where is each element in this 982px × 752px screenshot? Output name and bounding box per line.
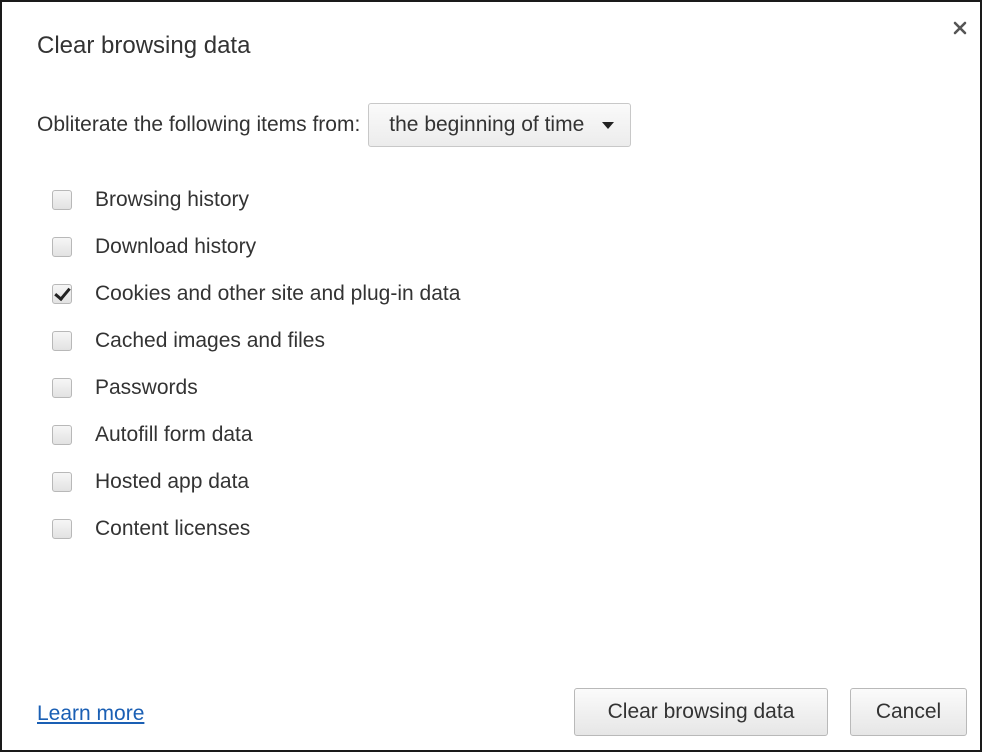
clear-browsing-data-dialog: Clear browsing data Obliterate the follo… (0, 0, 982, 752)
option-label: Cookies and other site and plug-in data (95, 282, 461, 305)
checkbox[interactable] (52, 519, 72, 539)
checkbox[interactable] (52, 425, 72, 445)
clear-browsing-data-button[interactable]: Clear browsing data (574, 688, 828, 736)
close-icon (953, 21, 967, 35)
option-label: Content licenses (95, 517, 251, 540)
time-range-row: Obliterate the following items from: the… (37, 102, 632, 148)
time-range-label: Obliterate the following items from: (37, 113, 361, 136)
option-content-licenses[interactable]: Content licenses (52, 499, 460, 559)
option-label: Cached images and files (95, 329, 325, 352)
option-label: Browsing history (95, 188, 250, 211)
checkbox[interactable] (52, 378, 72, 398)
option-label: Passwords (95, 376, 198, 399)
dialog-title: Clear browsing data (37, 32, 251, 59)
close-button[interactable] (946, 14, 974, 42)
checkbox[interactable] (52, 190, 72, 210)
cancel-button[interactable]: Cancel (850, 688, 967, 736)
time-range-select[interactable]: the beginning of time (368, 103, 632, 147)
option-label: Download history (95, 235, 257, 258)
checkbox[interactable] (52, 472, 72, 492)
option-label: Hosted app data (95, 470, 250, 493)
time-range-selected-value: the beginning of time (389, 113, 585, 136)
learn-more-link[interactable]: Learn more (37, 702, 144, 726)
data-type-list: Browsing history Download history Cookie… (52, 170, 460, 559)
option-label: Autofill form data (95, 423, 253, 446)
checkbox[interactable] (52, 237, 72, 257)
chevron-down-icon (602, 121, 615, 129)
checkbox[interactable] (52, 331, 72, 351)
checkbox[interactable] (52, 284, 72, 304)
